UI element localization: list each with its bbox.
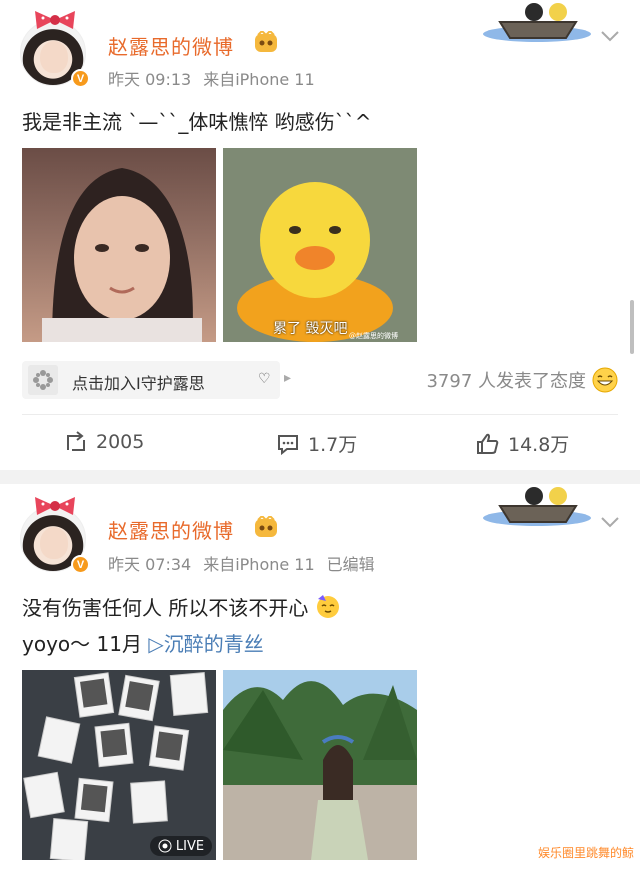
member-icon[interactable] [254, 31, 278, 53]
photo-polaroids[interactable]: LIVE [22, 670, 216, 860]
post-text: 我是非主流 `—``_体味憔悴 哟感伤``^ [22, 110, 372, 134]
heart-icon: ♡ [258, 371, 271, 387]
chevron-right-icon: ▸ [284, 370, 292, 386]
repost-icon [67, 431, 85, 451]
photo-watermark: @赵露思的微博 [349, 332, 398, 340]
fan-group-chip[interactable]: 点击加入I守护露思 ♡ ▸ [22, 361, 291, 399]
post-meta: 昨天 09:13 来自iPhone 11 [108, 66, 327, 90]
post-text-line1: 没有伤害任何人 所以不该不开心 [22, 596, 309, 620]
live-badge: LIVE [150, 836, 212, 856]
avatar-face [40, 41, 68, 73]
avatar[interactable]: V [20, 11, 90, 88]
edited-label: 已编辑 [326, 555, 375, 574]
bow-icon [35, 497, 75, 515]
post-text-yoyo: yoyo～ 11月 [22, 632, 142, 656]
post-separator [0, 470, 640, 484]
post-text-line2: yoyo～ 11月 ▷沉醉的青丝 [22, 628, 264, 657]
chevron-down-icon[interactable] [600, 516, 620, 528]
polaroids-image [22, 670, 216, 860]
like-count: 14.8万 [508, 434, 570, 456]
like-icon [477, 433, 499, 454]
vip-badge-icon: V [71, 555, 90, 574]
comment-icon [278, 434, 298, 455]
repost-button[interactable]: 2005 [64, 430, 144, 454]
photo-duck[interactable]: 累了 毁灭吧 @赵露思的微博 [223, 148, 417, 342]
live-icon [158, 839, 172, 853]
comment-count: 1.7万 [308, 434, 358, 456]
live-label: LIVE [175, 838, 205, 854]
avatar-face [40, 527, 68, 559]
weibo-post-2: V 赵露思的微博 昨天 07:34 来自iPhone 11 已编辑 没有伤害任何人 … [0, 484, 640, 871]
weibo-post-1: V 赵露思的微博 昨天 09:13 来自iPhone 11 我是非主流 `—``_… [0, 0, 640, 470]
username[interactable]: 赵露思的微博 [108, 515, 234, 544]
photo-outdoor[interactable] [223, 670, 417, 860]
comment-button[interactable]: 1.7万 [276, 430, 357, 457]
boat-sticker-icon [483, 3, 591, 42]
post-source: 来自iPhone 11 [203, 555, 315, 574]
reactions-count: 3797 人发表了态度 [426, 371, 586, 392]
post-text: 没有伤害任何人 所以不该不开心 [22, 592, 341, 621]
photo-selfie[interactable] [22, 148, 216, 342]
photo-caption: 累了 毁灭吧 [273, 321, 348, 337]
member-icon[interactable] [254, 516, 278, 538]
selfie-image [42, 168, 202, 342]
avatar[interactable]: V [20, 497, 90, 574]
fan-group-icon [28, 365, 58, 395]
chevron-down-icon[interactable] [600, 30, 620, 42]
watermark: 娱乐圈里跳舞的鲸 [537, 846, 634, 860]
post-source: 来自iPhone 11 [203, 70, 315, 89]
scrollbar[interactable] [630, 300, 634, 354]
fan-group-label: 点击加入I守护露思 [72, 374, 205, 393]
post-time: 昨天 07:34 [108, 555, 192, 574]
repost-count: 2005 [96, 431, 145, 453]
reactions-summary[interactable]: 3797 人发表了态度 [426, 367, 618, 393]
post-time: 昨天 09:13 [108, 70, 192, 89]
duck-image [223, 148, 417, 342]
bow-icon [35, 11, 75, 29]
outdoor-image [223, 670, 417, 860]
vip-badge-icon: V [71, 69, 90, 88]
like-button[interactable]: 14.8万 [476, 430, 569, 457]
super-topic-link[interactable]: ▷沉醉的青丝 [148, 632, 263, 656]
username[interactable]: 赵露思的微博 [108, 31, 234, 60]
grin-emoji-icon [592, 367, 618, 393]
post-meta: 昨天 07:34 来自iPhone 11 已编辑 [108, 551, 387, 575]
divider-line [22, 414, 618, 415]
boat-sticker-icon [483, 487, 591, 526]
party-emoji-icon [316, 595, 339, 618]
